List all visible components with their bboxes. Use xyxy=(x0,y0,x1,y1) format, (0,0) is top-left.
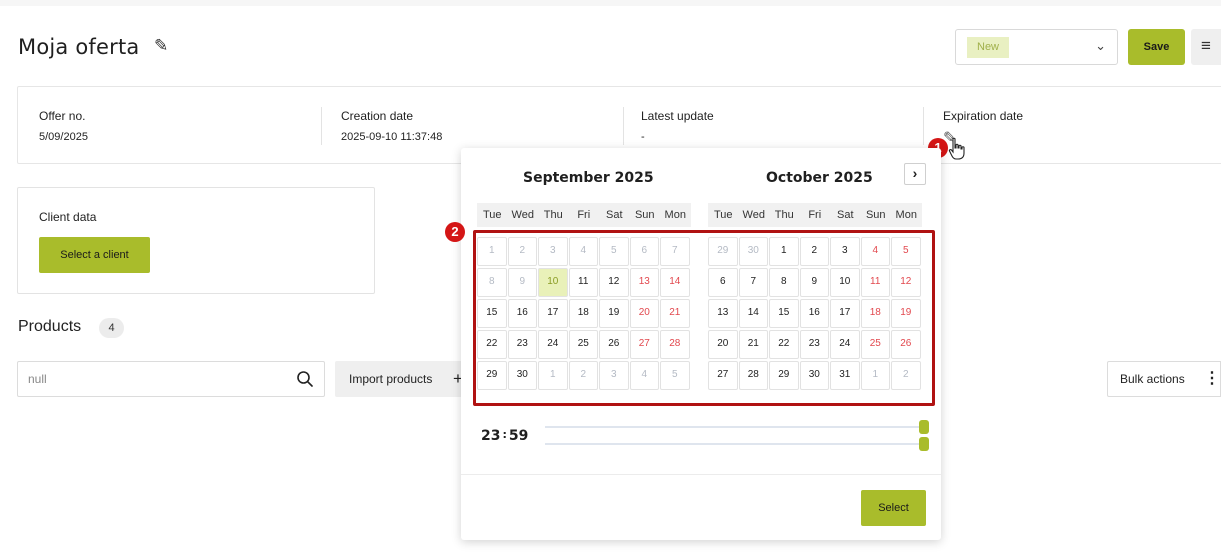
client-data-title: Client data xyxy=(39,210,97,224)
minute-value: 59 xyxy=(508,428,529,444)
weekday-label: Sat xyxy=(836,209,854,221)
edit-title-icon[interactable]: ✎ xyxy=(154,36,168,56)
creation-date-value: 2025-09-10 11:37:48 xyxy=(341,131,443,143)
import-products-label: Import products xyxy=(349,372,433,386)
hour-value: 23 xyxy=(481,428,501,444)
product-search-box xyxy=(17,361,325,397)
divider xyxy=(923,107,924,145)
creation-date-label: Creation date xyxy=(341,109,414,123)
weekday-label: Fri xyxy=(808,209,822,221)
chevron-right-icon: › xyxy=(912,165,918,181)
products-title: Products xyxy=(18,318,82,335)
weekday-label: Wed xyxy=(511,209,534,221)
import-products-button[interactable]: Import products + xyxy=(335,361,470,397)
weekday-label: Fri xyxy=(577,209,591,221)
weekday-label: Thu xyxy=(774,209,794,221)
weekday-label: Sun xyxy=(865,209,886,221)
offer-no-value: 5/09/2025 xyxy=(39,131,88,143)
annotation-badge-2: 2 xyxy=(445,222,465,242)
hour-slider-handle[interactable] xyxy=(919,420,929,434)
divider xyxy=(623,107,624,145)
bulk-actions-button[interactable]: Bulk actions ⋮ xyxy=(1107,361,1221,397)
top-bar xyxy=(0,0,1221,6)
annotation-highlight-box xyxy=(473,230,935,406)
page-title: Moja oferta xyxy=(18,35,140,59)
weekday-label: Tue xyxy=(713,209,733,221)
weekday-label: Wed xyxy=(742,209,765,221)
expiration-date-label: Expiration date xyxy=(943,109,1024,123)
date-picker-popup: September 2025 October 2025 › Tue Wed Thu F… xyxy=(461,148,941,540)
latest-update-label: Latest update xyxy=(641,109,714,123)
divider xyxy=(461,474,941,475)
product-search-input[interactable] xyxy=(28,370,278,388)
weekday-label: Mon xyxy=(664,209,686,221)
next-month-button[interactable]: › xyxy=(904,163,926,185)
minute-slider[interactable] xyxy=(545,437,929,451)
weekday-label: Sun xyxy=(634,209,655,221)
client-data-card: Client data Select a client xyxy=(17,187,375,294)
more-vertical-icon: ⋮ xyxy=(1204,370,1220,387)
weekday-label: Thu xyxy=(543,209,563,221)
month-title-october: October 2025 xyxy=(766,170,873,186)
chevron-down-icon: ⌄ xyxy=(1095,38,1106,53)
products-count-badge: 4 xyxy=(99,318,124,338)
bulk-actions-label: Bulk actions xyxy=(1120,372,1185,386)
search-icon[interactable] xyxy=(296,370,314,388)
divider xyxy=(321,107,322,145)
minute-slider-handle[interactable] xyxy=(919,437,929,451)
status-badge: New xyxy=(967,37,1010,58)
weekday-header-october: Tue Wed Thu Fri Sat Sun Mon xyxy=(708,203,922,227)
weekday-header-september: Tue Wed Thu Fri Sat Sun Mon xyxy=(477,203,691,227)
latest-update-value: - xyxy=(641,131,645,143)
time-display: 23:59 xyxy=(481,428,529,444)
weekday-label: Mon xyxy=(895,209,917,221)
month-title-september: September 2025 xyxy=(523,170,654,186)
hand-cursor-icon xyxy=(948,137,965,160)
status-select[interactable]: New ⌄ xyxy=(955,29,1118,65)
hour-slider[interactable] xyxy=(545,420,929,434)
select-date-button[interactable]: Select xyxy=(861,490,926,526)
weekday-label: Sat xyxy=(605,209,623,221)
offer-no-label: Offer no. xyxy=(39,109,86,123)
weekday-label: Tue xyxy=(482,209,502,221)
select-client-button[interactable]: Select a client xyxy=(39,237,150,273)
save-button[interactable]: Save xyxy=(1128,29,1185,65)
hamburger-icon[interactable]: ≡ xyxy=(1191,29,1221,65)
